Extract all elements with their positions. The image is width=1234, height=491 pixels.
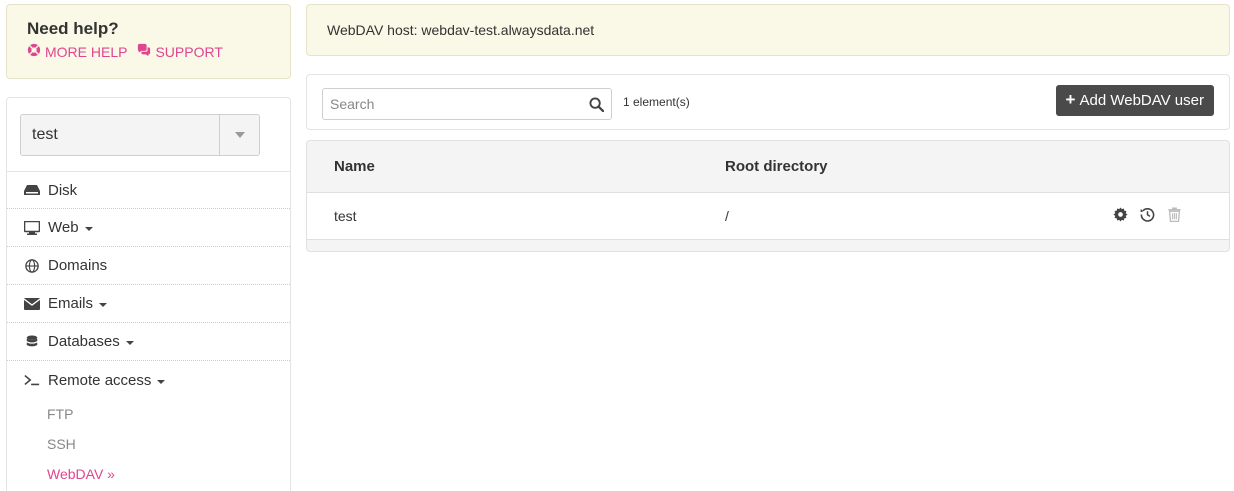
- help-title: Need help?: [27, 19, 119, 38]
- webdav-host-banner: WebDAV host: webdav-test.alwaysdata.net: [306, 4, 1230, 56]
- account-select[interactable]: test: [20, 114, 260, 156]
- sidebar-item-web[interactable]: Web: [7, 209, 290, 247]
- monitor-icon: [23, 220, 40, 235]
- sidebar: test Disk Web Domains Emails Databases R…: [6, 97, 291, 491]
- terminal-icon: [23, 373, 40, 387]
- sidebar-item-label: Databases: [48, 333, 120, 350]
- sidebar-subitem-webdav[interactable]: WebDAV »: [7, 459, 290, 489]
- caret-down-icon: [99, 303, 108, 307]
- page: Need help? MORE HELP SUPPORT test Disk W…: [0, 0, 1234, 491]
- sidebar-item-remote-access[interactable]: Remote access: [7, 361, 290, 399]
- cell-name: test: [334, 208, 357, 224]
- lifebuoy-icon: [27, 43, 41, 60]
- sidebar-item-label: Remote access: [48, 371, 152, 389]
- row-actions: [1113, 207, 1182, 222]
- sidebar-item-label: Domains: [48, 257, 108, 274]
- caret-down-icon: [84, 227, 93, 231]
- sidebar-subitem-ftp[interactable]: FTP: [7, 399, 290, 429]
- account-select-value: test: [32, 126, 58, 143]
- help-links: MORE HELP SUPPORT: [27, 43, 270, 60]
- sidebar-item-label: Web: [48, 219, 79, 236]
- toolbar: 1 element(s) + Add WebDAV user: [306, 74, 1230, 130]
- disk-icon: [23, 183, 40, 197]
- plus-icon: +: [1065, 90, 1076, 109]
- sidebar-item-disk[interactable]: Disk: [7, 171, 290, 209]
- webdav-users-table: Name Root directory test /: [306, 140, 1230, 252]
- sidebar-menu: Disk Web Domains Emails Databases Remote…: [7, 171, 290, 489]
- envelope-icon: [23, 297, 40, 311]
- history-icon[interactable]: [1140, 207, 1155, 222]
- sidebar-item-domains[interactable]: Domains: [7, 247, 290, 285]
- add-webdav-user-button[interactable]: + Add WebDAV user: [1055, 85, 1214, 116]
- sidebar-item-databases[interactable]: Databases: [7, 323, 290, 361]
- add-webdav-user-label: Add WebDAV user: [1079, 92, 1204, 109]
- sidebar-subitem-ssh[interactable]: SSH: [7, 429, 290, 459]
- comments-icon: [137, 43, 151, 60]
- sidebar-item-label: Emails: [48, 295, 94, 312]
- column-header-root-directory[interactable]: Root directory: [725, 158, 828, 175]
- sidebar-item-emails[interactable]: Emails: [7, 285, 290, 323]
- cell-root-directory: /: [725, 208, 729, 224]
- caret-down-icon: [125, 341, 134, 345]
- sidebar-item-label: Disk: [48, 181, 78, 199]
- trash-icon[interactable]: [1167, 207, 1182, 222]
- search-box: [322, 88, 612, 120]
- database-icon: [23, 334, 40, 349]
- table-header: Name Root directory: [307, 141, 1229, 193]
- gear-icon[interactable]: [1113, 207, 1128, 222]
- search-icon[interactable]: [581, 96, 611, 112]
- globe-icon: [23, 258, 40, 273]
- table-row: test /: [307, 193, 1229, 240]
- element-count: 1 element(s): [623, 95, 690, 109]
- caret-down-icon[interactable]: [219, 115, 259, 155]
- support-link[interactable]: SUPPORT: [137, 43, 223, 60]
- more-help-label: MORE HELP: [45, 43, 128, 60]
- search-input[interactable]: [323, 89, 581, 119]
- support-label: SUPPORT: [155, 43, 223, 60]
- more-help-link[interactable]: MORE HELP: [27, 43, 127, 60]
- webdav-host-text: WebDAV host: webdav-test.alwaysdata.net: [327, 22, 595, 38]
- column-header-name[interactable]: Name: [334, 158, 375, 175]
- help-box: Need help? MORE HELP SUPPORT: [6, 4, 291, 79]
- caret-down-icon: [157, 379, 166, 384]
